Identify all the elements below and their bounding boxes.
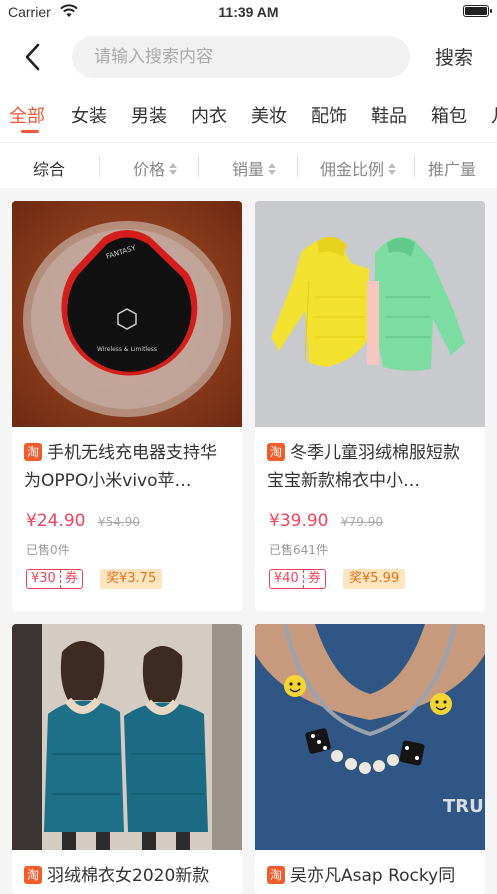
- sold-count: 已售641件: [269, 543, 328, 557]
- sort-label: 佣金比例: [320, 160, 385, 179]
- divider: [414, 155, 415, 177]
- sold-count: 已售0件: [26, 543, 70, 557]
- category-tabs: 全部 女装 男装 内衣 美妆 配饰 鞋品 箱包 儿: [0, 90, 497, 142]
- taobao-badge: 淘: [24, 443, 42, 461]
- coupon-value: ¥40: [270, 570, 304, 588]
- divider: [99, 155, 100, 177]
- tab-mens[interactable]: 男装: [131, 102, 167, 128]
- sort-price[interactable]: 价格: [133, 156, 178, 180]
- tab-beauty[interactable]: 美妆: [251, 102, 287, 128]
- product-title: 淘吴亦凡Asap Rocky同: [267, 862, 473, 894]
- taobao-badge: 淘: [267, 443, 285, 461]
- tab-kids[interactable]: 儿: [491, 102, 497, 128]
- taobao-badge: 淘: [24, 866, 42, 884]
- coupon-tag[interactable]: ¥30 券: [26, 569, 83, 589]
- reward-tag: 奖¥5.99: [343, 569, 406, 589]
- taobao-badge: 淘: [267, 866, 285, 884]
- product-image-caption: Wireless & Limitless: [97, 346, 157, 353]
- sort-label: 销量: [232, 160, 265, 179]
- product-title-text: 羽绒棉衣女2020新款: [47, 866, 210, 886]
- product-image: [12, 624, 242, 850]
- product-title: 淘冬季儿童羽绒棉服短款宝宝新款棉衣中小…: [267, 439, 473, 495]
- back-arrow-icon[interactable]: [18, 40, 48, 74]
- tab-accessories[interactable]: 配饰: [311, 102, 347, 128]
- coupon-label: 券: [64, 571, 78, 586]
- sort-label: 推广量: [428, 160, 477, 179]
- product-title: 淘羽绒棉衣女2020新款: [24, 862, 230, 894]
- product-image: Wireless & Limitless FANTASY: [12, 201, 242, 427]
- clock: 11:39 AM: [218, 4, 279, 20]
- tab-womens[interactable]: 女装: [71, 102, 107, 128]
- product-title-text: 吴亦凡Asap Rocky同: [290, 866, 456, 886]
- status-bar: Carrier 11:39 AM: [0, 0, 497, 24]
- product-title: 淘手机无线充电器支持华为OPPO小米vivo苹…: [24, 439, 230, 495]
- original-price: ¥54.90: [98, 515, 140, 529]
- sort-arrows-icon: [268, 162, 277, 176]
- divider: [198, 155, 199, 177]
- product-image-caption: TRUS: [443, 796, 485, 817]
- sort-comprehensive[interactable]: 综合: [33, 156, 65, 180]
- product-title-text: 手机无线充电器支持华为OPPO小米vivo苹…: [24, 443, 217, 491]
- product-price: ¥39.90: [269, 511, 329, 531]
- sort-label: 价格: [133, 160, 166, 179]
- coupon-value: ¥30: [27, 570, 61, 588]
- coupon-label: 券: [307, 571, 321, 586]
- divider: [297, 155, 298, 177]
- sort-bar: 综合 价格 销量 佣金比例 推广量: [0, 142, 497, 188]
- battery-icon: [463, 5, 492, 17]
- sort-arrows-icon: [169, 162, 178, 176]
- product-image: [255, 201, 485, 427]
- search-input[interactable]: [72, 36, 410, 78]
- active-tab-indicator: [21, 130, 39, 133]
- search-header: 搜索: [0, 24, 497, 90]
- search-button[interactable]: 搜索: [435, 43, 473, 70]
- coupon-tag[interactable]: ¥40 券: [269, 569, 326, 589]
- tab-all[interactable]: 全部: [9, 102, 45, 128]
- tab-shoes[interactable]: 鞋品: [371, 102, 407, 128]
- original-price: ¥79.90: [341, 515, 383, 529]
- sort-sales[interactable]: 销量: [232, 156, 277, 180]
- sort-arrows-icon: [388, 162, 397, 176]
- product-card[interactable]: 淘冬季儿童羽绒棉服短款宝宝新款棉衣中小… ¥39.90 ¥79.90 已售641…: [255, 201, 485, 611]
- product-price: ¥24.90: [26, 511, 86, 531]
- product-card[interactable]: TRUS 淘吴亦凡Asap Rocky同: [255, 624, 485, 894]
- tab-bags[interactable]: 箱包: [431, 102, 467, 128]
- product-card[interactable]: 淘羽绒棉衣女2020新款: [12, 624, 242, 894]
- sort-promotion[interactable]: 推广量: [428, 156, 476, 180]
- reward-tag: 奖¥3.75: [100, 569, 163, 589]
- sort-label: 综合: [33, 160, 66, 179]
- product-title-text: 冬季儿童羽绒棉服短款宝宝新款棉衣中小…: [267, 443, 460, 491]
- sort-commission[interactable]: 佣金比例: [320, 156, 397, 180]
- product-card[interactable]: Wireless & Limitless FANTASY 淘手机无线充电器支持华…: [12, 201, 242, 611]
- product-image: TRUS: [255, 624, 485, 850]
- tab-underwear[interactable]: 内衣: [191, 102, 227, 128]
